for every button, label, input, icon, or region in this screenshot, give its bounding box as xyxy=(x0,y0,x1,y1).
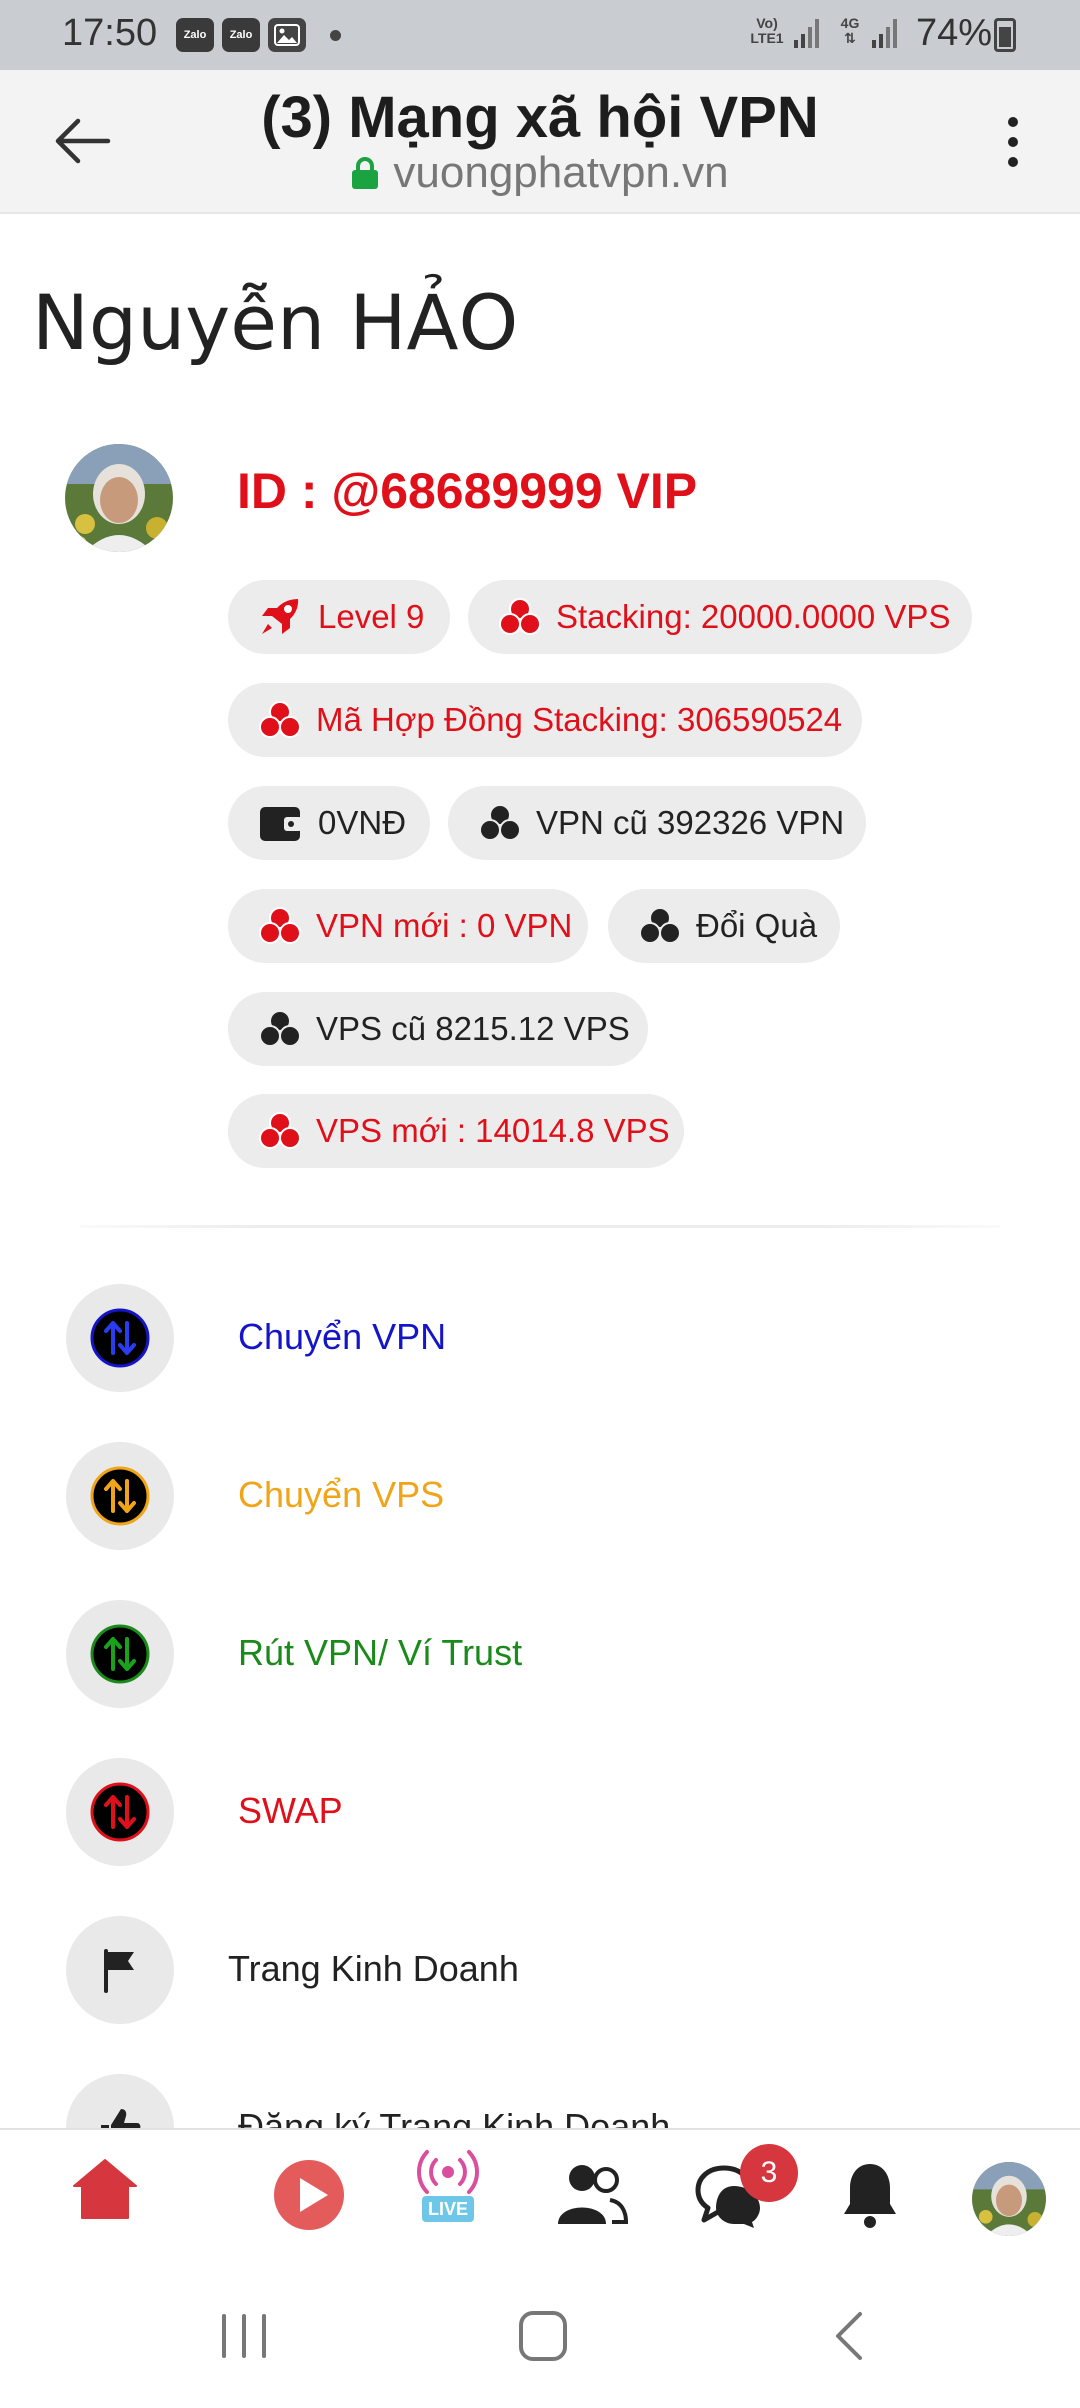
chip-old-vps-label: VPS cũ 8215.12 VPS xyxy=(316,1010,630,1047)
battery-percent: 74% xyxy=(916,12,993,54)
menu-label-withdraw-vpn: Rút VPN/ Ví Trust xyxy=(238,1632,523,1673)
chip-level[interactable]: Level 9 xyxy=(228,580,450,654)
withdraw-vpn-icon xyxy=(66,1600,174,1708)
home-icon[interactable] xyxy=(70,2156,140,2222)
zalo-notification-icon: Zalo xyxy=(176,18,214,52)
chip-level-label: Level 9 xyxy=(318,598,425,635)
flag-icon xyxy=(66,1916,174,2024)
bottom-navigation: LIVE 3 xyxy=(0,2128,1080,2268)
chip-old-vpn-label: VPN cũ 392326 VPN xyxy=(536,804,845,841)
wallet-icon xyxy=(260,807,302,841)
chip-stacking[interactable]: Stacking: 20000.0000 VPS xyxy=(468,580,972,654)
notifications-bell-icon[interactable] xyxy=(842,2160,898,2230)
profile-name: Nguyễn HẢO xyxy=(32,278,519,367)
section-divider xyxy=(80,1225,1000,1228)
transfer-vpn-icon xyxy=(66,1284,174,1392)
url-text: vuongphatvpn.vn xyxy=(393,148,729,197)
signal-bars-2-icon xyxy=(872,19,897,48)
live-label: LIVE xyxy=(422,2196,474,2222)
coins-icon xyxy=(259,907,301,944)
lock-icon xyxy=(352,157,379,189)
coins-icon xyxy=(259,1010,301,1047)
avatar-photo-small xyxy=(972,2162,1046,2236)
menu-item-business-page[interactable]: Trang Kinh Doanh xyxy=(0,1916,1080,2026)
menu-label-transfer-vpn: Chuyển VPN xyxy=(238,1316,447,1357)
menu-label-transfer-vps: Chuyển VPS xyxy=(238,1474,445,1515)
recent-apps-icon[interactable] xyxy=(218,2312,270,2360)
chip-new-vpn[interactable]: VPN mới : 0 VPN xyxy=(228,889,588,963)
avatar[interactable] xyxy=(65,444,173,552)
chip-old-vpn[interactable]: VPN cũ 392326 VPN xyxy=(448,786,866,860)
signal-bars-icon xyxy=(794,19,819,48)
coins-icon xyxy=(259,701,301,738)
menu-item-swap[interactable]: SWAP xyxy=(0,1758,1080,1868)
messages-badge: 3 xyxy=(740,2144,798,2202)
chip-new-vps-label: VPS mới : 14014.8 VPS xyxy=(316,1112,670,1149)
zalo-notification-icon: Zalo xyxy=(222,18,260,52)
image-notification-icon xyxy=(268,18,306,52)
volte-icon: Vo) LTE1 xyxy=(750,15,784,46)
more-options-icon[interactable] xyxy=(1000,114,1026,170)
friends-icon[interactable] xyxy=(556,2162,628,2228)
chip-redeem-gift-label: Đổi Quà xyxy=(696,907,818,944)
system-navigation-bar xyxy=(0,2268,1080,2408)
url-bar[interactable]: vuongphatvpn.vn xyxy=(0,148,1080,198)
battery-icon xyxy=(994,18,1016,52)
page-title: (3) Mạng xã hội VPN xyxy=(261,85,819,150)
chip-new-vpn-label: VPN mới : 0 VPN xyxy=(316,907,573,944)
menu-item-withdraw-vpn[interactable]: Rút VPN/ Ví Trust xyxy=(0,1600,1080,1710)
status-time: 17:50 xyxy=(62,12,158,54)
menu-item-transfer-vpn[interactable]: Chuyển VPN xyxy=(0,1284,1080,1394)
live-stream-icon[interactable]: LIVE xyxy=(414,2144,482,2234)
coins-icon xyxy=(479,804,521,841)
profile-avatar-nav[interactable] xyxy=(972,2162,1046,2236)
coins-icon xyxy=(639,907,681,944)
avatar-photo xyxy=(65,444,173,552)
menu-label-business-page: Trang Kinh Doanh xyxy=(228,1948,519,1989)
system-back-icon[interactable] xyxy=(830,2310,866,2362)
video-play-icon[interactable] xyxy=(272,2158,346,2232)
transfer-vps-icon xyxy=(66,1442,174,1550)
chip-redeem-gift[interactable]: Đổi Quà xyxy=(608,889,840,963)
menu-item-register-business-page[interactable]: Đăng ký Trang Kinh Doanh xyxy=(0,2074,1080,2128)
coins-icon xyxy=(499,598,541,635)
coins-icon xyxy=(259,1112,301,1149)
thumb-icon xyxy=(66,2074,174,2128)
chip-stacking-label: Stacking: 20000.0000 VPS xyxy=(556,598,951,635)
menu-item-transfer-vps[interactable]: Chuyển VPS xyxy=(0,1442,1080,1552)
chip-wallet-label: 0VNĐ xyxy=(318,804,407,841)
chip-old-vps[interactable]: VPS cũ 8215.12 VPS xyxy=(228,992,648,1066)
network-4g-label: 4G xyxy=(840,15,860,31)
home-button-icon[interactable] xyxy=(518,2310,568,2362)
broadcast-icon xyxy=(417,2150,479,2194)
menu-label-swap: SWAP xyxy=(238,1790,343,1831)
network-4g-icon: 4G ⇅ xyxy=(840,15,860,46)
status-bar: 17:50 Zalo Zalo Vo) LTE1 4G ⇅ 74% xyxy=(0,0,1080,70)
profile-id: ID : @68689999 VIP xyxy=(237,463,698,519)
menu-label-register-business-page: Đăng ký Trang Kinh Doanh xyxy=(238,2106,671,2128)
chip-stacking-contract-label: Mã Hợp Đồng Stacking: 306590524 xyxy=(316,701,843,738)
rocket-icon xyxy=(262,599,299,634)
browser-toolbar: (3) Mạng xã hội VPN vuongphatvpn.vn xyxy=(0,70,1080,214)
chip-stacking-contract[interactable]: Mã Hợp Đồng Stacking: 306590524 xyxy=(228,683,862,757)
swap-icon xyxy=(66,1758,174,1866)
chip-wallet[interactable]: 0VNĐ xyxy=(228,786,430,860)
more-notifications-dot-icon xyxy=(330,30,341,41)
chip-new-vps[interactable]: VPS mới : 14014.8 VPS xyxy=(228,1094,684,1168)
